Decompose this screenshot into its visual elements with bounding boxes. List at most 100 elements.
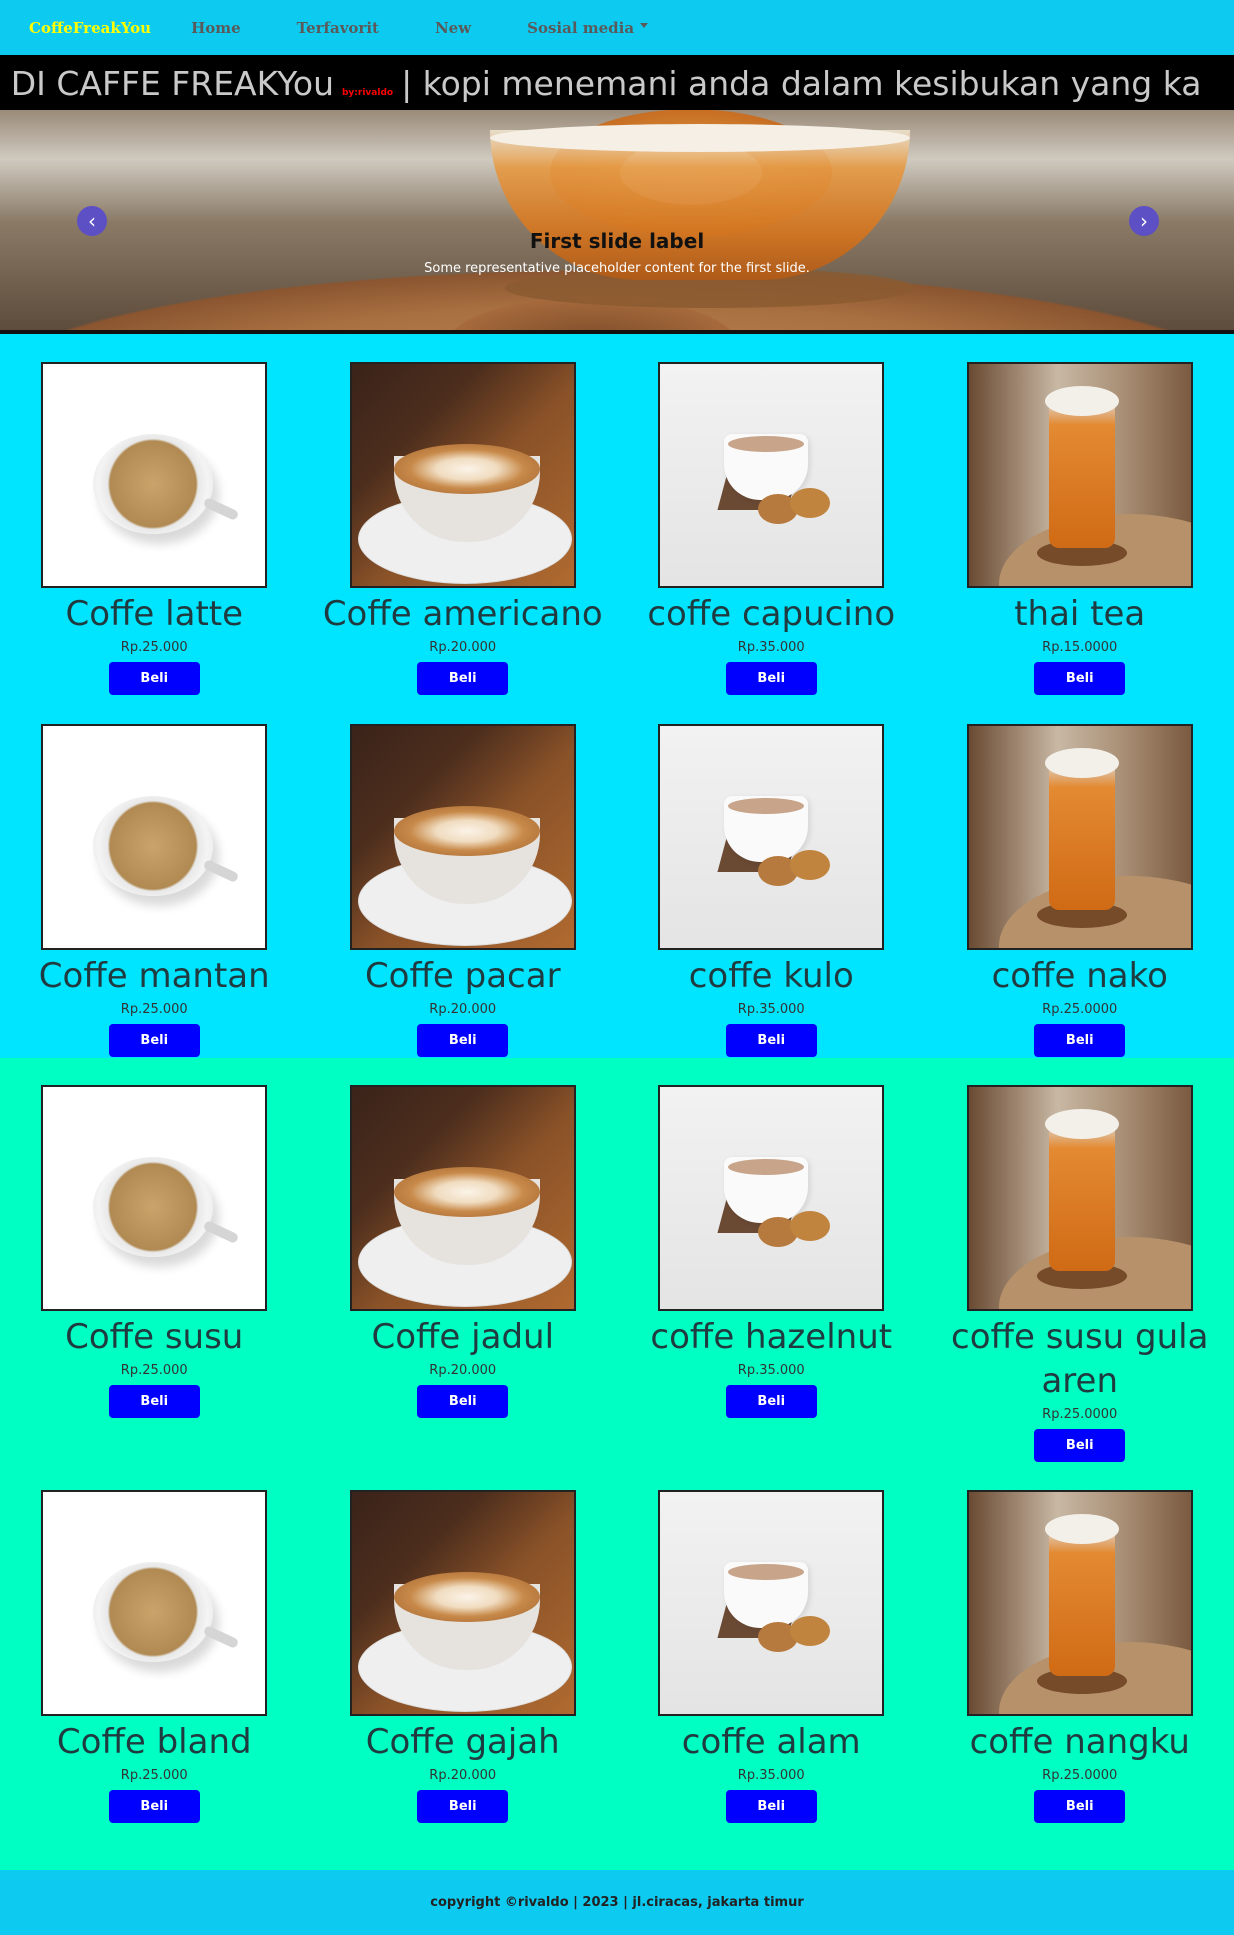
buy-button[interactable]: Beli	[725, 1024, 817, 1057]
product-image	[966, 1085, 1193, 1311]
product-image-top	[393, 1572, 540, 1622]
marquee-byline: by:rivaldo	[341, 88, 394, 98]
product-image-handle	[202, 1219, 240, 1245]
product-image-cup	[93, 796, 214, 896]
product-image	[41, 362, 268, 588]
product-image-top	[393, 1167, 540, 1217]
nav-new[interactable]: New	[435, 19, 471, 37]
product-image	[966, 724, 1193, 950]
carousel-caption-title: First slide label	[529, 229, 705, 253]
product-image	[349, 362, 576, 588]
product-image-glass	[1048, 398, 1115, 548]
marquee-banner: NG DI CAFFE FREAKYou by:rivaldo | kopi men…	[0, 55, 1234, 110]
buy-button[interactable]: Beli	[108, 1385, 200, 1418]
product-image-cookie2	[790, 850, 831, 880]
product-name: Coffe mantan	[38, 956, 270, 996]
product-price: Rp.20.000	[429, 1768, 497, 1783]
brand-link[interactable]: CoffeFreakYou	[29, 19, 151, 37]
footer-text: copyright ©rivaldo | 2023 | jl.ciracas, …	[430, 1894, 804, 1910]
product-image	[966, 1490, 1193, 1716]
buy-button[interactable]: Beli	[1034, 1429, 1126, 1462]
product-price: Rp.25.000	[120, 1002, 188, 1017]
product-image-handle	[202, 858, 240, 884]
product-image-cup	[93, 434, 214, 534]
buy-button[interactable]: Beli	[1034, 1790, 1126, 1823]
marquee-text-after: | kopi menemani anda dalam kesibukan yan…	[401, 64, 1202, 103]
product-card: Coffe bland Rp.25.000 Beli	[0, 1490, 309, 1823]
product-name: Coffe latte	[65, 594, 244, 634]
product-price: Rp.25.000	[120, 1768, 188, 1783]
product-card: Coffe gajah Rp.20.000 Beli	[309, 1490, 618, 1823]
product-name: coffe kulo	[688, 956, 854, 996]
product-price: Rp.20.000	[429, 1363, 497, 1378]
nav-sosial-media-dropdown[interactable]: Sosial media	[527, 18, 649, 37]
product-image	[658, 724, 885, 950]
product-image	[658, 1490, 885, 1716]
product-name: coffe capucino	[647, 594, 896, 634]
product-row: Coffe bland Rp.25.000 Beli Coffe gajah Rp.20…	[0, 1490, 1234, 1823]
product-row: Coffe latte Rp.25.000 Beli Coffe americano R…	[0, 362, 1234, 695]
product-card: Coffe pacar Rp.20.000 Beli	[309, 724, 618, 1057]
product-name: coffe nako	[991, 956, 1168, 996]
product-image-tea	[728, 798, 805, 814]
product-name: coffe hazelnut	[650, 1317, 893, 1357]
product-image	[349, 724, 576, 950]
buy-button[interactable]: Beli	[725, 1790, 817, 1823]
product-price: Rp.25.0000	[1042, 1768, 1118, 1783]
buy-button[interactable]: Beli	[108, 1790, 200, 1823]
product-row: Coffe mantan Rp.25.000 Beli Coffe pacar Rp.2…	[0, 724, 1234, 1057]
product-name: Coffe americano	[322, 594, 603, 634]
product-card: coffe nangku Rp.25.0000 Beli	[926, 1490, 1234, 1823]
caret-down-icon	[640, 23, 649, 28]
buy-button[interactable]: Beli	[417, 1024, 509, 1057]
carousel-caption-text: Some representative placeholder content …	[424, 261, 810, 276]
product-image-top	[393, 806, 540, 856]
product-card: coffe alam Rp.35.000 Beli	[617, 1490, 926, 1823]
product-image-cup	[93, 1562, 214, 1662]
product-name: Coffe pacar	[364, 956, 561, 996]
product-price: Rp.25.0000	[1042, 1002, 1118, 1017]
nav-home[interactable]: Home	[191, 19, 241, 37]
buy-button[interactable]: Beli	[725, 1385, 817, 1418]
product-image	[349, 1490, 576, 1716]
product-image	[41, 1490, 268, 1716]
product-name: Coffe jadul	[371, 1317, 555, 1357]
product-price: Rp.25.000	[120, 1363, 188, 1378]
product-image-top	[393, 444, 540, 494]
buy-button[interactable]: Beli	[1034, 1024, 1126, 1057]
product-image-handle	[202, 496, 240, 522]
dropdown-label: Sosial media	[527, 18, 635, 37]
footer: copyright ©rivaldo | 2023 | jl.ciracas, …	[0, 1870, 1234, 1934]
product-card: Coffe americano Rp.20.000 Beli	[309, 362, 618, 695]
buy-button[interactable]: Beli	[417, 1790, 509, 1823]
product-card: coffe hazelnut Rp.35.000 Beli	[617, 1085, 926, 1462]
product-price: Rp.35.000	[737, 1002, 805, 1017]
product-name: coffe susu gula aren	[951, 1317, 1209, 1401]
nav-terfavorit[interactable]: Terfavorit	[297, 19, 379, 37]
product-card: coffe capucino Rp.35.000 Beli	[617, 362, 926, 695]
buy-button[interactable]: Beli	[1034, 662, 1126, 695]
product-row: Coffe susu Rp.25.000 Beli Coffe jadul Rp.20.…	[0, 1085, 1234, 1462]
buy-button[interactable]: Beli	[725, 662, 817, 695]
product-name: coffe nangku	[969, 1722, 1190, 1762]
product-image	[658, 362, 885, 588]
buy-button[interactable]: Beli	[108, 662, 200, 695]
product-image-tea	[728, 436, 805, 452]
product-price: Rp.35.000	[737, 1768, 805, 1783]
product-card: Coffe latte Rp.25.000 Beli	[0, 362, 309, 695]
buy-button[interactable]: Beli	[417, 1385, 509, 1418]
product-card: coffe susu gula aren Rp.25.0000 Beli	[926, 1085, 1234, 1462]
product-card: Coffe jadul Rp.20.000 Beli	[309, 1085, 618, 1462]
product-image-handle	[202, 1624, 240, 1650]
buy-button[interactable]: Beli	[108, 1024, 200, 1057]
product-name: thai tea	[1014, 594, 1146, 634]
product-image-foam	[1044, 386, 1119, 416]
product-image-tea	[728, 1564, 805, 1580]
product-card: Coffe susu Rp.25.000 Beli	[0, 1085, 309, 1462]
buy-button[interactable]: Beli	[417, 662, 509, 695]
product-image	[349, 1085, 576, 1311]
product-image	[41, 724, 268, 950]
product-section: Coffe latte Rp.25.000 Beli Coffe americano R…	[0, 334, 1234, 1870]
product-image-foam	[1044, 1514, 1119, 1544]
product-image	[41, 1085, 268, 1311]
